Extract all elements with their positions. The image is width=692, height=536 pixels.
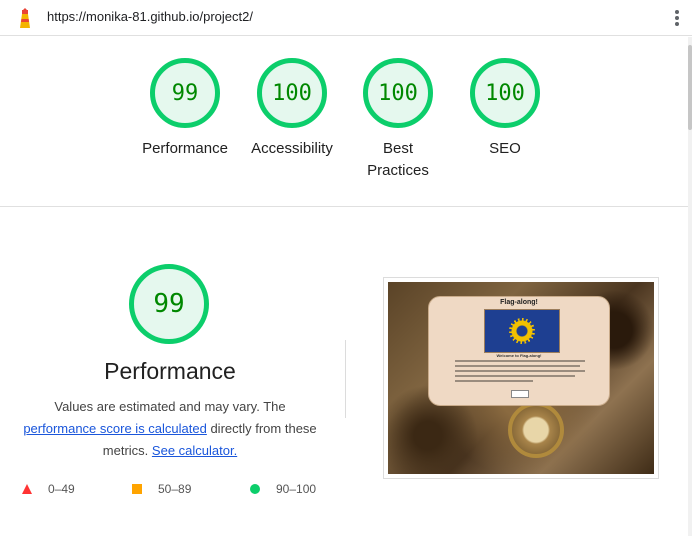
gauge-performance[interactable]: 99 Performance (140, 58, 230, 160)
screenshot-heading: Flag-along! (500, 299, 538, 306)
gauge-label: SEO (489, 140, 521, 157)
performance-score-ring: 99 (129, 264, 209, 344)
gauge-seo[interactable]: 100 SEO (460, 58, 550, 160)
final-screenshot[interactable]: Flag-along! Welcome to Flag-along! (388, 282, 654, 474)
score-ring: 100 (363, 58, 433, 128)
scrollbar-thumb[interactable] (688, 45, 692, 130)
legend-pass: 90–100 (250, 482, 316, 496)
more-options-icon[interactable] (674, 10, 680, 28)
fail-triangle-icon (22, 484, 32, 494)
address-bar: https://monika-81.github.io/project2/ (0, 0, 692, 36)
performance-description: Values are estimated and may vary. The p… (10, 396, 330, 462)
score-calculated-link[interactable]: performance score is calculated (23, 421, 207, 436)
gauge-label: Performance (142, 140, 228, 157)
flag-image (484, 309, 560, 353)
flag-emblem-icon (509, 318, 535, 344)
gauge-accessibility[interactable]: 100 Accessibility (247, 58, 337, 160)
gauge-label: Best Practices (367, 140, 429, 179)
score-ring: 100 (257, 58, 327, 128)
legend-average: 50–89 (132, 482, 191, 496)
description-text: Values are estimated and may vary. The (54, 399, 286, 414)
score-ring: 100 (470, 58, 540, 128)
performance-score: 99 (153, 289, 185, 319)
performance-title: Performance (104, 358, 236, 384)
screenshot-text-lines (455, 360, 585, 385)
lighthouse-icon (20, 8, 30, 28)
legend-range: 50–89 (158, 482, 192, 496)
screenshot-welcome: Welcome to Flag-along! (496, 353, 542, 358)
gauge-label: Accessibility (251, 140, 333, 157)
screenshot-button (511, 390, 529, 398)
score-ring: 99 (150, 58, 220, 128)
legend-fail: 0–49 (22, 482, 75, 496)
legend-range: 0–49 (48, 482, 75, 496)
gauge-best-practices[interactable]: 100 Best Practices (353, 58, 443, 182)
screenshot-card: Flag-along! Welcome to Flag-along! (428, 296, 610, 406)
legend-range: 90–100 (276, 482, 317, 496)
see-calculator-link[interactable]: See calculator. (152, 443, 237, 458)
section-divider (0, 206, 688, 207)
gauge-score: 100 (485, 80, 525, 106)
page-url[interactable]: https://monika-81.github.io/project2/ (47, 9, 253, 24)
average-square-icon (132, 484, 142, 494)
compass-image (508, 402, 564, 458)
gauge-score: 100 (378, 80, 418, 106)
gauge-score: 99 (171, 80, 199, 106)
vertical-divider (345, 340, 346, 418)
gauge-score: 100 (272, 80, 312, 106)
pass-circle-icon (250, 484, 260, 494)
